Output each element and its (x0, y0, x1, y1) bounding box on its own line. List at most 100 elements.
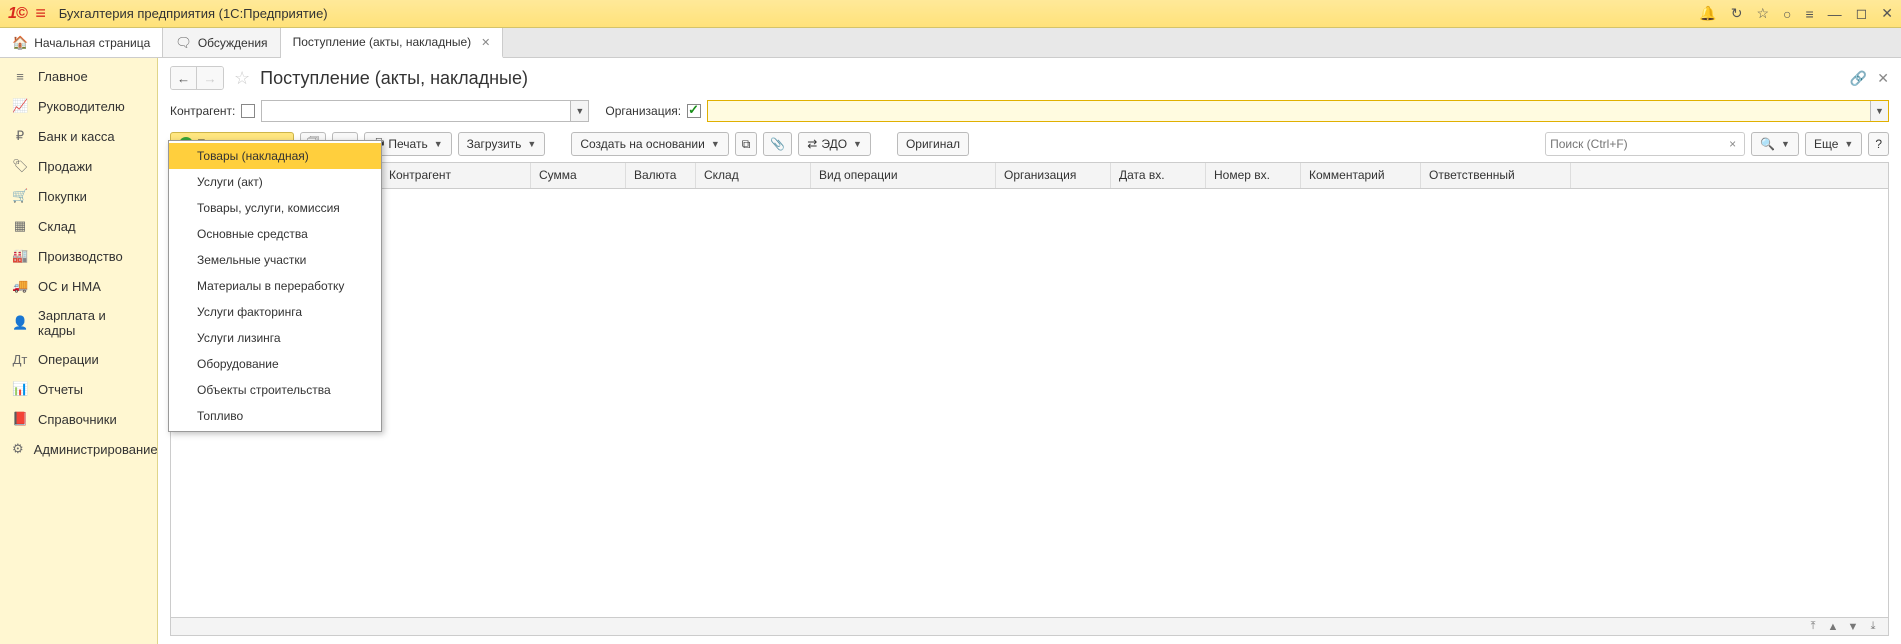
paperclip-icon: 📎 (770, 137, 785, 151)
more-button[interactable]: Еще ▼ (1805, 132, 1862, 156)
maximize-icon[interactable]: ◻ (1856, 5, 1868, 22)
sidebar-item-8[interactable]: 👤 Зарплата и кадры (0, 301, 157, 345)
logo-1c: 1© (8, 5, 27, 23)
close-page-icon[interactable]: ✕ (1877, 70, 1889, 87)
sidebar-item-9[interactable]: ДтОперации (0, 345, 157, 374)
dropdown-item[interactable]: Услуги факторинга (169, 299, 381, 325)
dropdown-item[interactable]: Основные средства (169, 221, 381, 247)
counterparty-checkbox[interactable] (241, 104, 255, 118)
sidebar-item-1[interactable]: 📈Руководителю (0, 91, 157, 121)
chevron-down-icon: ▼ (1781, 139, 1790, 149)
tab-discussions[interactable]: 🗨 Обсуждения (163, 28, 280, 57)
sidebar-item-11[interactable]: 📕Справочники (0, 404, 157, 434)
close-window-icon[interactable]: ✕ (1881, 5, 1893, 22)
column-header[interactable]: Сумма (531, 163, 626, 188)
chevron-down-icon[interactable]: ▼ (1870, 101, 1888, 121)
chevron-down-icon[interactable]: ▼ (570, 101, 588, 121)
sidebar-item-label: Справочники (38, 412, 117, 427)
attach-button[interactable]: 📎 (763, 132, 792, 156)
bell-icon[interactable]: 🔔 (1699, 5, 1716, 22)
main-menu-icon[interactable] (31, 4, 51, 24)
base-on-button[interactable]: Создать на основании ▼ (571, 132, 728, 156)
related-docs-button[interactable]: ⧉ (735, 132, 758, 156)
scroll-top-icon[interactable]: ⤒ (1804, 620, 1822, 633)
dropdown-item[interactable]: Услуги лизинга (169, 325, 381, 351)
link-icon[interactable]: 🔗 (1850, 70, 1867, 87)
column-header[interactable]: Склад (696, 163, 811, 188)
column-header[interactable]: Организация (996, 163, 1111, 188)
sidebar-icon: 📊 (12, 381, 28, 397)
scroll-up-icon[interactable]: ▲ (1824, 621, 1842, 633)
chevron-down-icon: ▼ (1844, 139, 1853, 149)
sidebar-item-5[interactable]: ▦Склад (0, 211, 157, 241)
column-header[interactable]: Контрагент (381, 163, 531, 188)
tab-label: Начальная страница (34, 36, 150, 50)
scroll-bottom-icon[interactable]: ⤓ (1864, 620, 1882, 633)
sidebar-icon: ≡ (12, 69, 28, 84)
dropdown-item[interactable]: Земельные участки (169, 247, 381, 273)
edo-button[interactable]: ⇄ ЭДО ▼ (798, 132, 871, 156)
forward-button[interactable]: → (197, 67, 223, 89)
sidebar-icon: 🛒 (12, 188, 28, 204)
search-input[interactable] (1550, 137, 1725, 151)
sidebar-item-label: Зарплата и кадры (38, 308, 145, 338)
chevron-down-icon: ▼ (527, 139, 536, 149)
scroll-down-icon[interactable]: ▼ (1844, 621, 1862, 633)
sidebar-item-2[interactable]: ₽Банк и касса (0, 121, 157, 151)
column-header[interactable]: Комментарий (1301, 163, 1421, 188)
load-button[interactable]: Загрузить ▼ (458, 132, 546, 156)
sidebar-item-0[interactable]: ≡Главное (0, 62, 157, 91)
sidebar-icon: 🏭 (12, 248, 28, 264)
counterparty-input[interactable] (262, 101, 570, 121)
sidebar-item-label: Операции (38, 352, 99, 367)
dropdown-item[interactable]: Топливо (169, 403, 381, 429)
sidebar-item-4[interactable]: 🛒Покупки (0, 181, 157, 211)
favorite-star-icon[interactable]: ☆ (234, 68, 250, 89)
dropdown-item[interactable]: Объекты строительства (169, 377, 381, 403)
table: ДатаНомерКонтрагентСуммаВалютаСкладВид о… (170, 162, 1889, 636)
button-label: Еще (1814, 137, 1838, 151)
back-button[interactable]: ← (171, 67, 197, 89)
dropdown-item[interactable]: Услуги (акт) (169, 169, 381, 195)
search-box[interactable]: × (1545, 132, 1745, 156)
settings-lines-icon[interactable]: ≡ (1805, 6, 1813, 22)
sidebar-item-6[interactable]: 🏭Производство (0, 241, 157, 271)
button-label: Создать на основании (580, 137, 705, 151)
sidebar-item-12[interactable]: ⚙Администрирование (0, 434, 157, 464)
dropdown-item[interactable]: Материалы в переработку (169, 273, 381, 299)
organization-checkbox[interactable] (687, 104, 701, 118)
column-header[interactable]: Номер вх. (1206, 163, 1301, 188)
column-header[interactable]: Вид операции (811, 163, 996, 188)
tab-bar: 🏠 Начальная страница 🗨 Обсуждения Поступ… (0, 28, 1901, 58)
chevron-down-icon: ▼ (853, 139, 862, 149)
dropdown-item[interactable]: Оборудование (169, 351, 381, 377)
tab-close-icon[interactable]: ✕ (481, 36, 490, 49)
table-footer: ⤒ ▲ ▼ ⤓ (171, 617, 1888, 635)
sidebar-item-3[interactable]: 🏷Продажи (0, 151, 157, 181)
circle-icon[interactable]: ○ (1783, 6, 1791, 22)
sidebar-icon: 👤 (12, 315, 28, 331)
sidebar-icon: 📈 (12, 98, 28, 114)
page-header: ← → ☆ Поступление (акты, накладные) 🔗 ✕ (158, 58, 1901, 96)
sidebar-item-10[interactable]: 📊Отчеты (0, 374, 157, 404)
nav-arrows: ← → (170, 66, 224, 90)
tab-active[interactable]: Поступление (акты, накладные) ✕ (281, 28, 504, 58)
minimize-icon[interactable]: — (1828, 6, 1842, 22)
original-button[interactable]: Оригинал (897, 132, 969, 156)
dropdown-item[interactable]: Товары (накладная) (169, 143, 381, 169)
counterparty-combo[interactable]: ▼ (261, 100, 589, 122)
column-header[interactable]: Дата вх. (1111, 163, 1206, 188)
tab-home[interactable]: 🏠 Начальная страница (0, 28, 163, 57)
clear-search-icon[interactable]: × (1725, 137, 1740, 151)
find-button[interactable]: 🔍 ▼ (1751, 132, 1799, 156)
history-icon[interactable]: ↻ (1731, 5, 1743, 22)
column-header[interactable]: Ответственный (1421, 163, 1571, 188)
dropdown-item[interactable]: Товары, услуги, комиссия (169, 195, 381, 221)
star-icon[interactable]: ☆ (1756, 5, 1769, 22)
sidebar-item-7[interactable]: 🚚ОС и НМА (0, 271, 157, 301)
counterparty-label: Контрагент: (170, 104, 235, 118)
column-header[interactable]: Валюта (626, 163, 696, 188)
help-button[interactable]: ? (1868, 132, 1889, 156)
organization-combo[interactable]: ▼ (707, 100, 1889, 122)
organization-input[interactable] (708, 101, 1870, 121)
